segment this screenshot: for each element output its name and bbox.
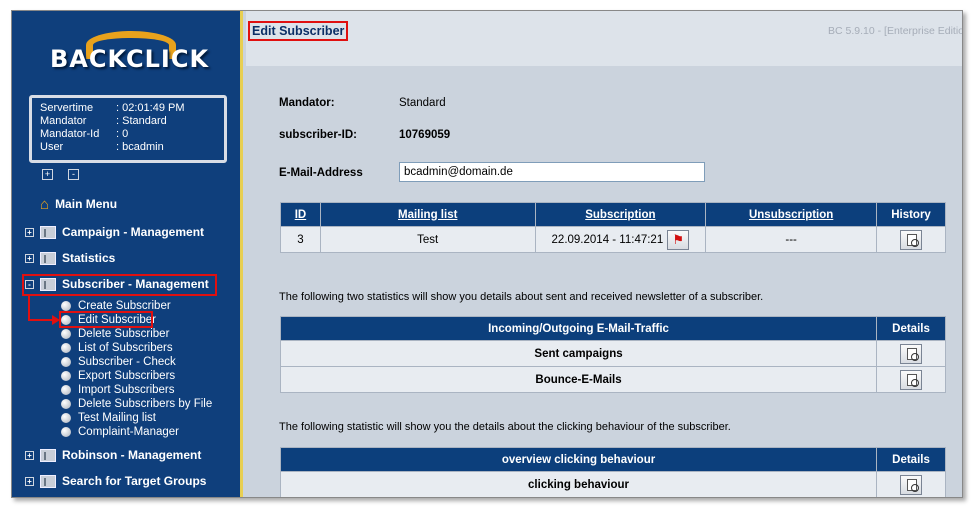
table-row: Sent campaigns [279,340,946,367]
info-mandator: Mandator: Standard [40,115,167,127]
table-header-row: Incoming/Outgoing E-Mail-Traffic Details [279,316,946,341]
backclick-logo: BACKCLICK [50,31,210,81]
sub-subscriber-check[interactable]: Subscriber - Check [61,355,176,369]
col-id-header[interactable]: ID [280,202,321,227]
sub-delete-by-file[interactable]: Delete Subscribers by File [61,397,212,411]
sub-delete-subscriber[interactable]: Delete Subscriber [61,327,169,341]
nav-statistics[interactable]: + Statistics [25,249,115,267]
subscriber-id-value: 10769059 [399,129,451,141]
bullet-icon [61,385,71,395]
email-label: E-Mail-Address [279,167,363,179]
col-subscription-header[interactable]: Subscription [534,202,707,227]
sidebar: BACKCLICK Servertime: 02:01:49 PM Mandat… [12,11,243,497]
details-icon[interactable] [900,369,923,390]
mandator-value: Standard [399,97,446,109]
highlight-subscriber-management [22,274,217,296]
sub-complaint-manager[interactable]: Complaint-Manager [61,425,179,439]
expand-icon[interactable]: + [25,476,34,486]
folder-icon [40,448,56,462]
traffic-header: Incoming/Outgoing E-Mail-Traffic [279,316,878,341]
app-window: BACKCLICK Servertime: 02:01:49 PM Mandat… [11,10,963,498]
sub-list-of-subscribers[interactable]: List of Subscribers [61,341,173,355]
sub-test-mailing-list[interactable]: Test Mailing list [61,411,156,425]
bullet-icon [61,427,71,437]
subscriptions-table: ID Mailing list Subscription Unsubscript… [280,202,946,253]
page-header: Edit Subscriber BC 5.9.10 - [Enterprise … [246,11,963,66]
session-info-box: Servertime: 02:01:49 PM Mandator: Standa… [29,95,227,163]
home-icon: ⌂ [40,195,50,213]
expand-icon[interactable]: + [25,253,34,263]
expand-icon[interactable]: + [25,450,34,460]
email-field[interactable] [399,162,705,182]
clicking-header: overview clicking behaviour [279,447,878,472]
row-bounce-emails: Bounce-E-Mails [279,366,878,393]
cell-id: 3 [280,226,321,253]
nav-main-menu[interactable]: ⌂ Main Menu [40,195,117,213]
clicking-description: The following statistic will show you th… [279,421,731,433]
row-clicking-behaviour: clicking behaviour [279,471,878,497]
version-label: BC 5.9.10 - [Enterprise Editio [828,25,963,37]
folder-icon [40,251,56,265]
bullet-icon [61,371,71,381]
bullet-icon [61,399,71,409]
row-sent-campaigns: Sent campaigns [279,340,878,367]
logo-text: BACKCLICK [50,45,210,73]
traffic-details-header: Details [876,316,946,341]
nav-robinson-management[interactable]: + Robinson - Management [25,446,201,464]
cell-mailing-list: Test [319,226,536,253]
expand-all-button[interactable]: + [42,169,53,180]
traffic-table: Incoming/Outgoing E-Mail-Traffic Details… [279,316,946,393]
col-unsubscription-header[interactable]: Unsubscription [705,202,878,227]
subscriber-id-label: subscriber-ID: [279,129,357,141]
nav-robinson-label: Robinson - Management [62,448,202,462]
col-history-header: History [876,202,946,227]
table-row: 3 Test 22.09.2014 - 11:47:21 ⚑ --- [280,226,946,253]
details-icon[interactable] [900,474,923,495]
bullet-icon [61,343,71,353]
bullet-icon [61,329,71,339]
info-mandator-id: Mandator-Id: 0 [40,128,129,140]
folder-icon [40,474,56,488]
page-title: Edit Subscriber [248,21,349,41]
collapse-all-button[interactable]: - [68,169,79,180]
sub-export-subscribers[interactable]: Export Subscribers [61,369,175,383]
table-row: clicking behaviour [279,471,946,497]
table-row: Bounce-E-Mails [279,366,946,393]
nav-statistics-label: Statistics [62,251,116,265]
nav-search-label: Search for Target Groups [62,474,207,488]
table-header-row: ID Mailing list Subscription Unsubscript… [280,202,946,227]
bullet-icon [61,301,71,311]
cell-history [876,226,946,253]
folder-icon [40,225,56,239]
nav-campaign-management[interactable]: + Campaign - Management [25,223,204,241]
col-mailing-list-header[interactable]: Mailing list [319,202,536,227]
nav-campaign-label: Campaign - Management [62,225,205,239]
clicking-details-header: Details [876,447,946,472]
table-header-row: overview clicking behaviour Details [279,447,946,472]
nav-search-target-groups[interactable]: + Search for Target Groups [25,472,206,490]
info-servertime: Servertime: 02:01:49 PM [40,102,185,114]
bullet-icon [61,413,71,423]
info-user: User: bcadmin [40,141,164,153]
traffic-description: The following two statistics will show y… [279,291,764,303]
clicking-table: overview clicking behaviour Details clic… [279,447,946,497]
sub-import-subscribers[interactable]: Import Subscribers [61,383,175,397]
history-icon[interactable] [900,229,923,250]
cell-subscription: 22.09.2014 - 11:47:21 ⚑ [534,226,707,253]
mandator-label: Mandator: [279,97,335,109]
expand-icon[interactable]: + [25,227,34,237]
nav-main-menu-label: Main Menu [55,197,118,211]
flag-icon[interactable]: ⚑ [667,229,690,250]
highlight-edit-subscriber [59,311,153,328]
details-icon[interactable] [900,343,923,364]
cell-unsubscription: --- [705,226,878,253]
main-content: Mandator: Standard subscriber-ID: 107690… [250,69,962,497]
red-arrow-icon [28,295,60,325]
bullet-icon [61,357,71,367]
